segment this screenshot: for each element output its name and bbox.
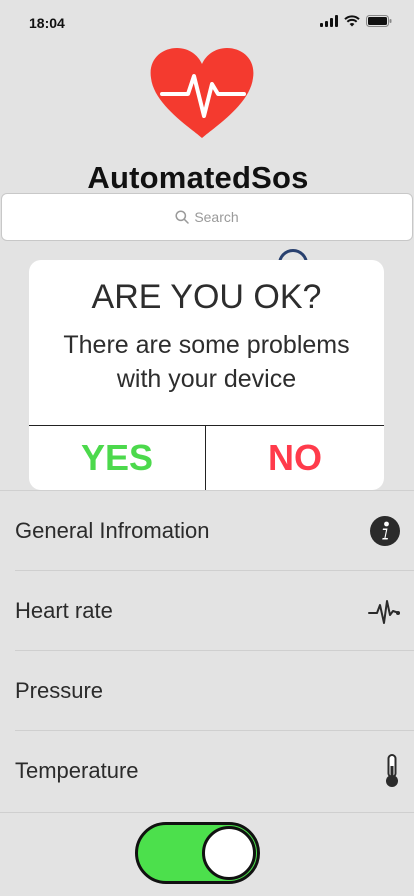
list-item-label: Temperature <box>15 758 139 783</box>
alert-dialog: ARE YOU OK? There are some problems with… <box>29 260 384 490</box>
toggle-knob[interactable] <box>202 826 256 880</box>
alert-title: ARE YOU OK? <box>91 278 322 316</box>
app-title: AutomatedSos <box>87 160 309 195</box>
list-item-label: Heart rate <box>15 597 113 623</box>
list-item-label: Pressure <box>15 677 104 703</box>
status-icons <box>320 15 392 27</box>
no-button[interactable]: NO <box>206 426 384 490</box>
info-icon <box>370 515 400 546</box>
pulse-icon <box>368 599 400 624</box>
search-placeholder: Search <box>194 209 239 225</box>
alert-message: There are some problems with your device <box>63 331 350 393</box>
list-item-general-information[interactable]: General Infromation <box>15 491 414 571</box>
search-bar[interactable]: Search <box>1 193 413 241</box>
battery-icon <box>366 15 392 27</box>
list-item-temperature[interactable]: Temperature <box>0 731 414 811</box>
status-bar: 18:04 <box>0 0 414 44</box>
yes-button[interactable]: YES <box>29 426 206 490</box>
list-item-heart-rate[interactable]: Heart rate <box>15 571 414 651</box>
cellular-signal-icon <box>320 15 338 27</box>
search-icon <box>175 210 190 224</box>
status-time: 18:04 <box>29 15 65 31</box>
thermometer-icon <box>386 754 398 787</box>
wifi-icon <box>344 15 360 27</box>
heart-pulse-icon <box>150 48 254 138</box>
list-item-label: General Infromation <box>15 517 210 543</box>
menu-list: General Infromation Heart rate Pressure … <box>0 490 414 811</box>
sos-toggle[interactable] <box>135 822 260 884</box>
list-item-pressure[interactable]: Pressure <box>15 651 414 731</box>
